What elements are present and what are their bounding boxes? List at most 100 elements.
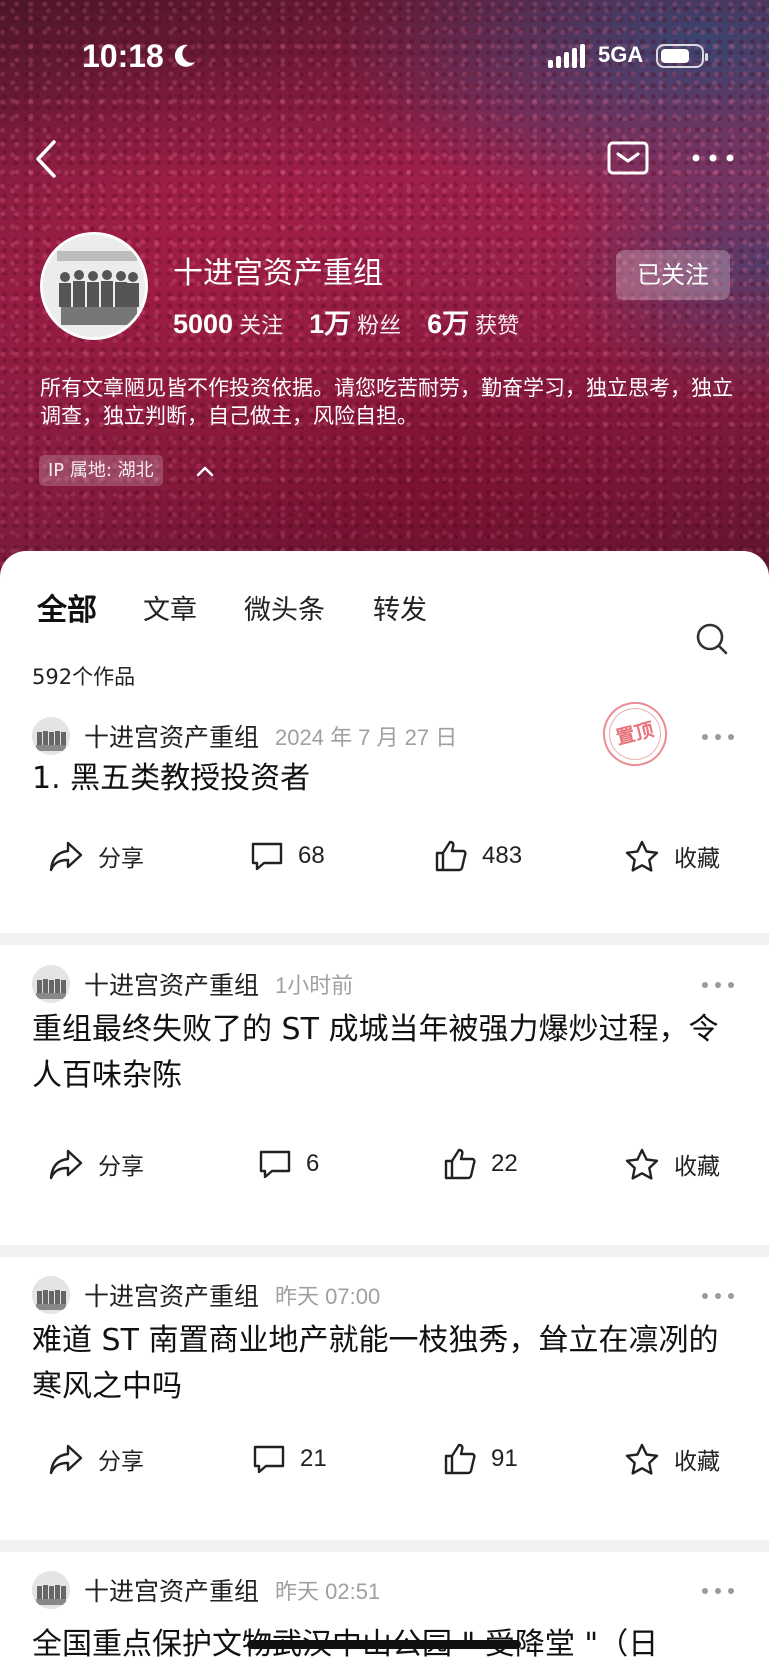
post-time: 昨天 02:51 [275, 1579, 381, 1604]
tab-all[interactable]: 全部 [37, 585, 97, 629]
collect-label: 收藏 [674, 1449, 720, 1475]
tab-articles[interactable]: 文章 [143, 588, 197, 627]
post-header: 十进宫资产重组 2024 年 7 月 27 日 [32, 716, 457, 756]
comment-count: 68 [298, 842, 325, 869]
share-label: 分享 [98, 1449, 144, 1475]
tab-reposts[interactable]: 转发 [373, 588, 427, 627]
author-avatar[interactable] [32, 1276, 70, 1314]
message-icon[interactable] [606, 140, 650, 176]
post-more-icon[interactable] [700, 730, 736, 744]
divider [0, 1540, 769, 1552]
comment-icon [251, 842, 283, 871]
share-label: 分享 [98, 846, 144, 872]
works-count: 592个作品 [32, 665, 136, 689]
more-icon[interactable] [688, 140, 738, 176]
like-count: 483 [482, 842, 523, 869]
comment-icon [259, 1150, 291, 1179]
like-count: 22 [491, 1150, 518, 1177]
collect-button[interactable]: 收藏 [624, 836, 720, 876]
stat-label: 粉丝 [357, 314, 402, 339]
status-time: 10:18 [82, 38, 164, 74]
stat-number: 1万 [309, 309, 352, 339]
network-label: 5GA [598, 42, 644, 67]
like-button[interactable]: 483 [434, 836, 522, 876]
post-card[interactable]: 十进宫资产重组 昨天 02:51 全国重点保护文物武汉中山公园 " 受降堂 "（… [0, 1570, 769, 1665]
chevron-up-icon[interactable] [194, 461, 216, 481]
comment-icon [253, 1445, 285, 1474]
like-count: 91 [491, 1445, 518, 1472]
share-button[interactable]: 分享 [48, 1439, 144, 1479]
share-button[interactable]: 分享 [48, 836, 144, 876]
post-header: 十进宫资产重组 昨天 07:00 [32, 1275, 380, 1315]
post-author[interactable]: 十进宫资产重组 [84, 966, 259, 1002]
stat-number: 5000 [173, 309, 234, 339]
ip-location-tag: IP 属地: 湖北 [39, 455, 163, 486]
post-more-icon[interactable] [700, 1289, 736, 1303]
star-icon [625, 1148, 659, 1180]
profile-name: 十进宫资产重组 [173, 256, 383, 291]
post-actions: 分享 68 483 收藏 [0, 836, 769, 876]
post-header: 十进宫资产重组 1小时前 [32, 964, 353, 1004]
collect-button[interactable]: 收藏 [624, 1439, 720, 1479]
share-icon [49, 841, 83, 872]
like-button[interactable]: 91 [443, 1439, 518, 1479]
star-icon [625, 840, 659, 872]
author-avatar[interactable] [32, 1571, 70, 1609]
post-card[interactable]: 十进宫资产重组 昨天 07:00 难道 ST 南置商业地产就能一枝独秀，耸立在凛… [0, 1275, 769, 1505]
share-label: 分享 [98, 1154, 144, 1180]
home-indicator[interactable] [247, 1640, 521, 1649]
post-more-icon[interactable] [700, 978, 736, 992]
tab-micro-posts[interactable]: 微头条 [244, 588, 325, 627]
status-bar: 10:18 5GA [0, 28, 769, 84]
comment-button[interactable]: 21 [252, 1439, 327, 1479]
signal-icon [548, 44, 585, 68]
stat-label: 获赞 [475, 314, 520, 339]
thumbs-up-icon [435, 840, 467, 872]
following-button[interactable]: 已关注 [616, 250, 730, 300]
post-title[interactable]: 难道 ST 南置商业地产就能一枝独秀，耸立在凛冽的寒风之中吗 [32, 1318, 732, 1410]
thumbs-up-icon [444, 1148, 476, 1180]
post-title[interactable]: 1. 黑五类教授投资者 [32, 756, 732, 802]
author-avatar[interactable] [32, 965, 70, 1003]
like-button[interactable]: 22 [443, 1144, 518, 1184]
post-more-icon[interactable] [700, 1584, 736, 1598]
battery-icon [656, 44, 708, 68]
post-author[interactable]: 十进宫资产重组 [84, 718, 259, 754]
profile-bio: 所有文章陋见皆不作投资依据。请您吃苦耐劳，勤奋学习，独立思考，独立调查，独立判断… [40, 376, 733, 428]
share-icon [49, 1149, 83, 1180]
post-time: 昨天 07:00 [275, 1284, 381, 1309]
comment-button[interactable]: 6 [258, 1144, 319, 1184]
post-card[interactable]: 十进宫资产重组 2024 年 7 月 27 日 置顶 1. 黑五类教授投资者 分… [0, 695, 769, 936]
collect-label: 收藏 [674, 1154, 720, 1180]
thumbs-up-icon [444, 1443, 476, 1475]
post-card[interactable]: 十进宫资产重组 1小时前 重组最终失败了的 ST 成城当年被强力爆炒过程，令人百… [0, 964, 769, 1194]
share-button[interactable]: 分享 [48, 1144, 144, 1184]
avatar[interactable] [40, 232, 148, 340]
divider [0, 933, 769, 945]
collect-label: 收藏 [674, 846, 720, 872]
post-title[interactable]: 重组最终失败了的 ST 成城当年被强力爆炒过程，令人百味杂陈 [32, 1007, 732, 1099]
moon-icon [174, 44, 195, 67]
share-icon [49, 1444, 83, 1475]
stat-fans[interactable]: 1万 粉丝 [309, 302, 401, 341]
post-author[interactable]: 十进宫资产重组 [84, 1277, 259, 1313]
post-actions: 分享 6 22 收藏 [0, 1144, 769, 1184]
profile-stats: 5000 关注 1万 粉丝 6万 获赞 [173, 302, 545, 341]
stat-following[interactable]: 5000 关注 [173, 308, 283, 340]
back-button[interactable] [26, 136, 66, 182]
comment-button[interactable]: 68 [250, 836, 325, 876]
stat-number: 6万 [427, 309, 470, 339]
post-author[interactable]: 十进宫资产重组 [84, 1572, 259, 1608]
tab-bar: 全部 文章 微头条 转发 [0, 585, 769, 655]
comment-count: 21 [300, 1445, 327, 1472]
post-time: 1小时前 [275, 973, 354, 998]
content-sheet: 全部 文章 微头条 转发 592个作品 十进宫资产重组 2024 年 7 月 2… [0, 551, 769, 1665]
author-avatar[interactable] [32, 717, 70, 755]
stat-likes[interactable]: 6万 获赞 [427, 302, 519, 341]
search-icon[interactable] [694, 621, 730, 657]
post-header: 十进宫资产重组 昨天 02:51 [32, 1570, 380, 1610]
collect-button[interactable]: 收藏 [624, 1144, 720, 1184]
star-icon [625, 1443, 659, 1475]
divider [0, 1245, 769, 1257]
stat-label: 关注 [239, 314, 284, 339]
